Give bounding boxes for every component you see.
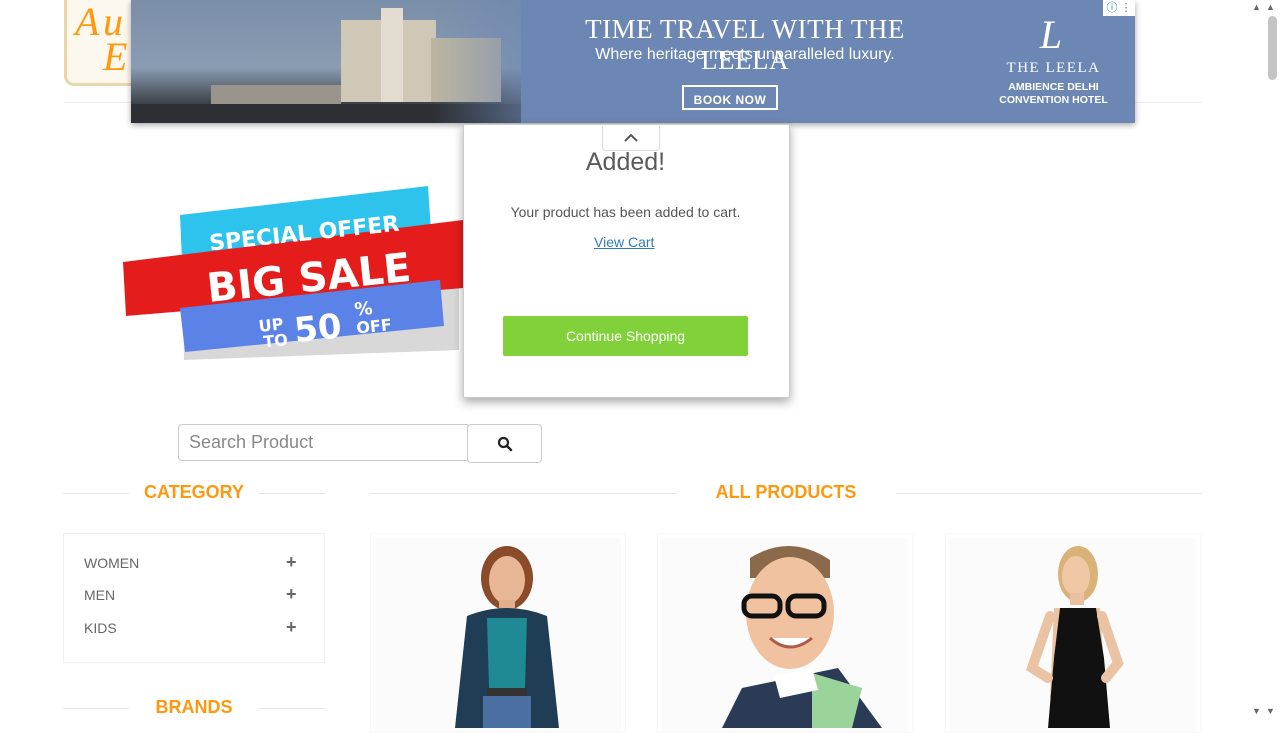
woman-in-black-dress-photo — [1025, 546, 1124, 728]
ad-choices[interactable]: ⓘ ⋮ — [1103, 0, 1135, 16]
ad-subtitle: Where heritage meets unparalleled luxury… — [595, 46, 895, 63]
category-item-men[interactable]: MEN — [84, 587, 115, 603]
banner-off-text: OFF — [355, 315, 392, 338]
category-panel: WOMEN + MEN + KIDS + — [63, 533, 325, 663]
scroll-up-icon[interactable]: ▲ — [1252, 2, 1261, 12]
plus-icon[interactable]: + — [286, 584, 297, 605]
category-item-kids[interactable]: KIDS — [84, 620, 117, 636]
scrollbar-track[interactable] — [1265, 0, 1280, 720]
leela-logo-mark: L — [1039, 12, 1063, 57]
divider — [259, 708, 325, 709]
divider — [259, 493, 325, 494]
plus-icon[interactable]: + — [286, 552, 297, 573]
banner-50-text: 50 — [292, 306, 343, 351]
ad-title: TIME TRAVEL WITH THE LEELA — [585, 14, 905, 75]
category-heading: CATEGORY — [143, 482, 244, 502]
ad-banner[interactable]: TIME TRAVEL WITH THE LEELA Where heritag… — [131, 0, 1135, 123]
leela-location: AMBIENCE DELHI CONVENTION HOTEL — [986, 81, 1121, 107]
modal-title: Added! — [585, 148, 666, 176]
view-cart-link[interactable]: View Cart — [594, 234, 654, 250]
more-vert-icon[interactable]: ⋮ — [1117, 2, 1132, 14]
category-item-women[interactable]: WOMEN — [84, 555, 139, 571]
continue-shopping-button[interactable]: Continue Shopping — [503, 316, 748, 356]
divider — [63, 493, 129, 494]
chevron-up-icon[interactable] — [603, 126, 659, 148]
search-button[interactable] — [467, 424, 542, 463]
logo-letter: E — [103, 34, 128, 79]
book-now-button[interactable]: BOOK NOW — [682, 85, 778, 110]
search-input[interactable] — [178, 424, 468, 461]
modal-message: Your product has been added to cart. — [510, 204, 741, 220]
all-products-heading: ALL PRODUCTS — [715, 482, 857, 502]
scroll-down-icon[interactable]: ▼ — [1266, 706, 1275, 716]
divider — [63, 708, 129, 709]
man-with-glasses-photo — [722, 545, 882, 728]
leela-location-line: CONVENTION HOTEL — [999, 94, 1108, 106]
leela-brand-name: THE LEELA — [1006, 60, 1101, 76]
plus-icon[interactable]: + — [286, 617, 297, 638]
search-icon — [497, 436, 512, 451]
divider — [896, 493, 1202, 494]
banner-to-text: TO — [262, 330, 288, 351]
brands-heading: BRANDS — [155, 697, 233, 717]
info-icon[interactable]: ⓘ — [1106, 2, 1117, 14]
product-card[interactable] — [945, 533, 1201, 733]
scroll-down-icon[interactable]: ▼ — [1252, 706, 1261, 716]
product-card[interactable] — [657, 533, 913, 733]
scroll-up-icon[interactable]: ▲ — [1266, 2, 1275, 12]
scrollbar-thumb[interactable] — [1268, 16, 1277, 80]
woman-in-teal-top-photo — [455, 546, 559, 728]
leela-location-line: AMBIENCE DELHI — [1008, 81, 1099, 93]
product-card[interactable] — [370, 533, 626, 733]
special-offer-banner[interactable]: SPECIAL OFFER BIG SALE UP TO 50 % OFF — [118, 180, 468, 360]
divider — [370, 493, 676, 494]
logo-letter: A — [75, 0, 100, 44]
